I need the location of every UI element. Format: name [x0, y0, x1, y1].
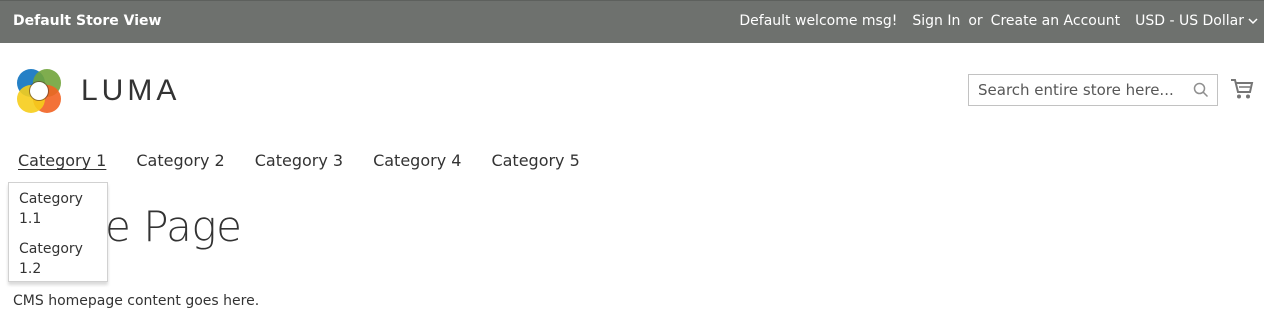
nav-item-category-3[interactable]: Category 3: [255, 151, 343, 170]
welcome-message: Default welcome msg!: [739, 13, 898, 29]
nav-item-category-5[interactable]: Category 5: [491, 151, 579, 170]
nav-item-category-2[interactable]: Category 2: [136, 151, 224, 170]
create-account-link[interactable]: Create an Account: [991, 13, 1120, 29]
search-box: [968, 74, 1218, 106]
search-input[interactable]: [969, 75, 1217, 105]
or-separator: or: [968, 13, 983, 29]
page-title-visible: e Page: [105, 202, 242, 251]
cms-content: CMS homepage content goes here.: [13, 293, 260, 309]
chevron-down-icon: [1248, 18, 1258, 25]
sign-in-link[interactable]: Sign In: [912, 13, 960, 29]
currency-switcher[interactable]: USD - US Dollar: [1135, 13, 1258, 29]
logo-text: LUMA: [81, 74, 181, 107]
header-links: Default welcome msg! Sign In or Create a…: [739, 13, 1258, 29]
category-navigation: Category 1 Category 2 Category 3 Categor…: [18, 151, 610, 170]
category-1-submenu: Category 1.1 Category 1.2: [8, 182, 108, 282]
submenu-item-category-1-1[interactable]: Category 1.1: [19, 189, 97, 229]
submenu-item-category-1-2[interactable]: Category 1.2: [19, 239, 97, 279]
nav-item-category-1[interactable]: Category 1: [18, 151, 106, 170]
shopping-cart-icon[interactable]: [1230, 78, 1254, 100]
nav-item-category-4[interactable]: Category 4: [373, 151, 461, 170]
luma-logo-icon: [17, 69, 61, 113]
luma-logo[interactable]: LUMA: [13, 65, 183, 117]
search-icon[interactable]: [1193, 82, 1209, 98]
store-view-switcher[interactable]: Default Store View: [13, 13, 161, 29]
top-header-bar: Default Store View Default welcome msg! …: [0, 0, 1264, 43]
currency-label: USD - US Dollar: [1135, 13, 1244, 29]
